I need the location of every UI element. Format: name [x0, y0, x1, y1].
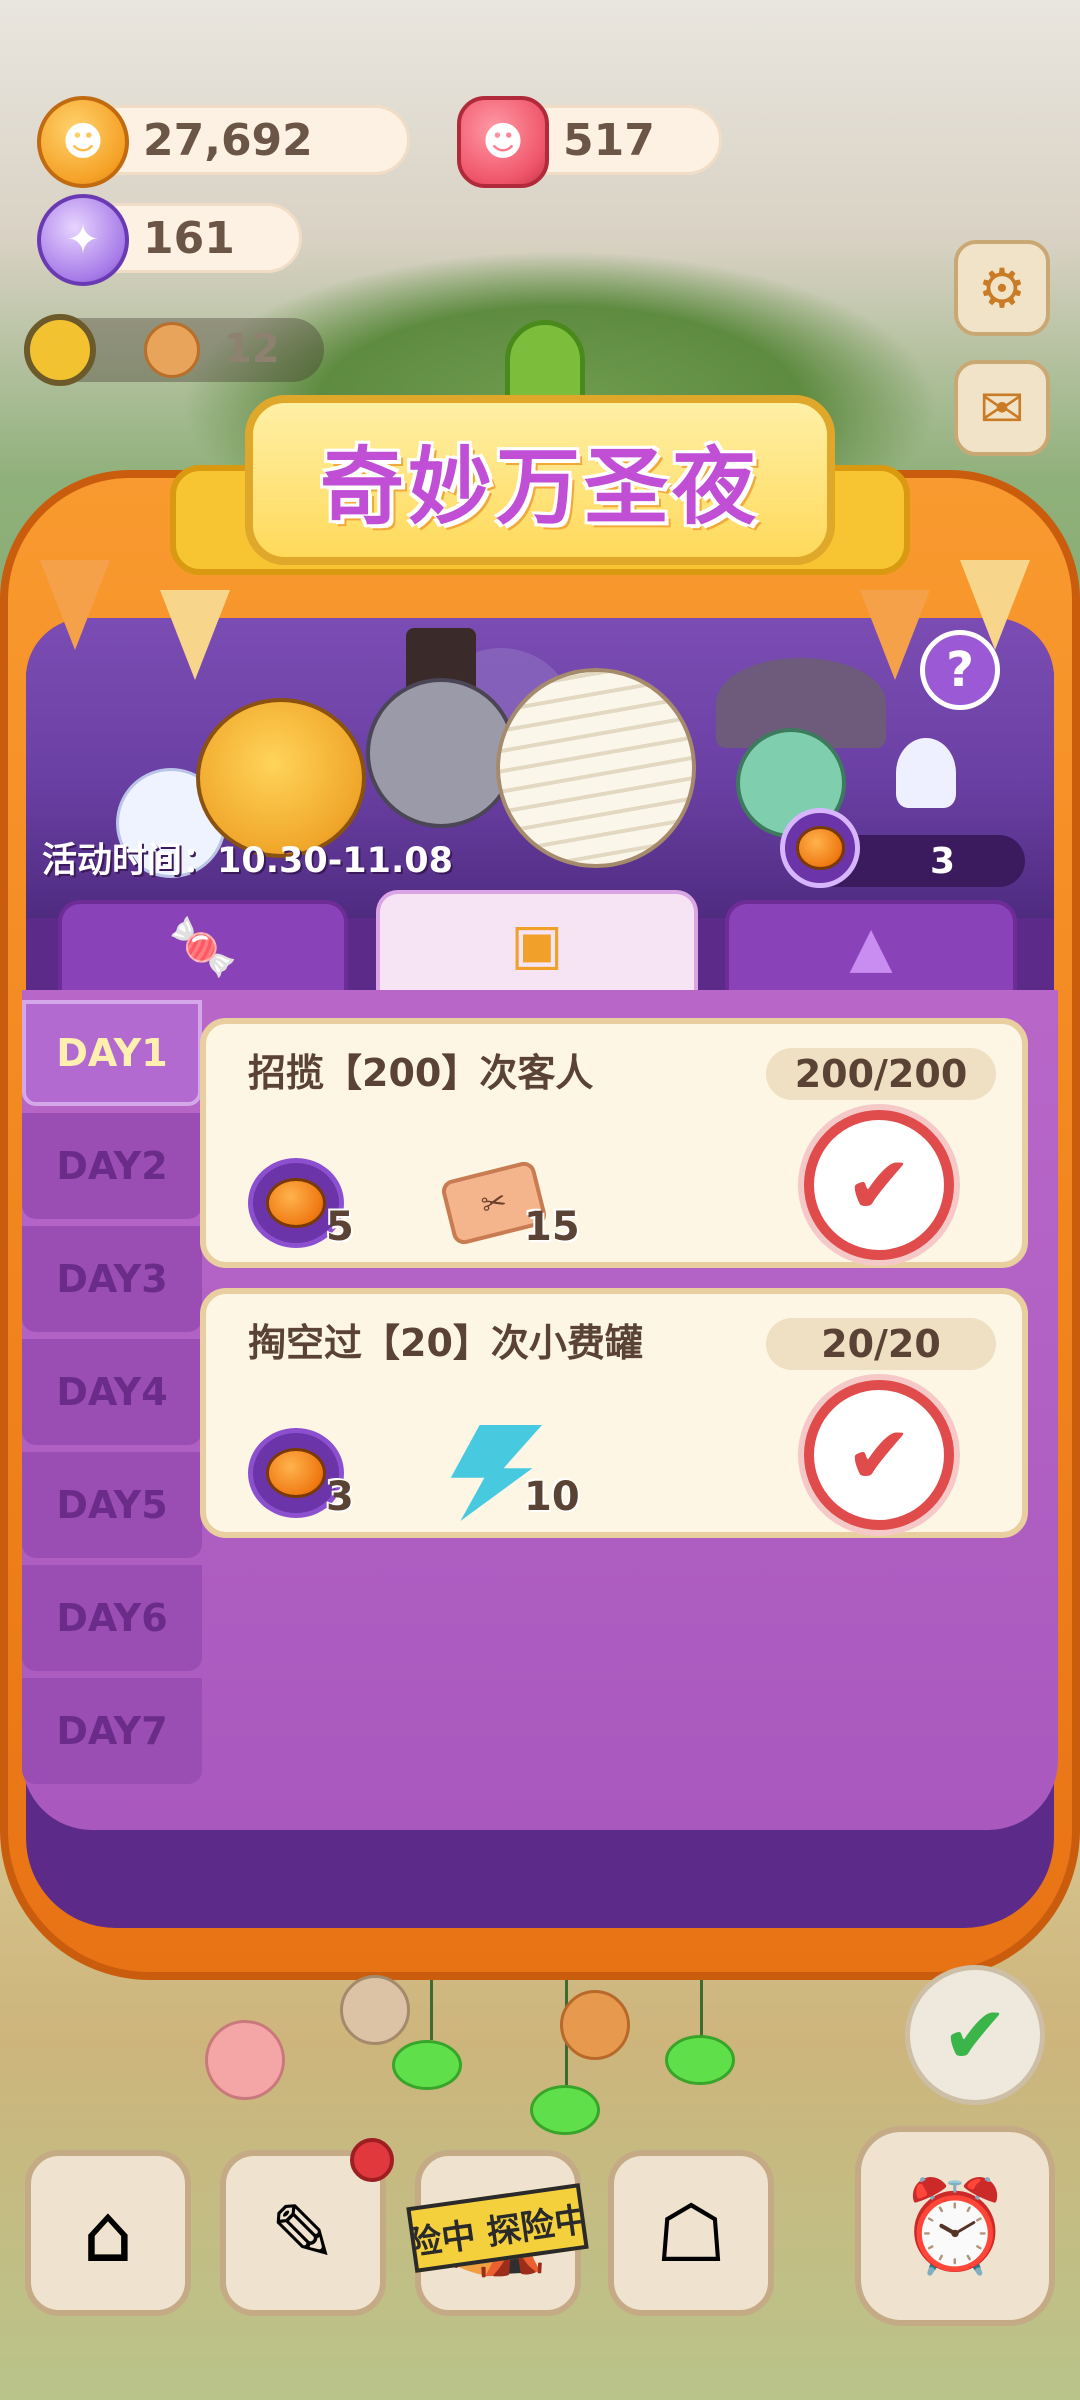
- collect-bubble[interactable]: ✔: [905, 1965, 1045, 2105]
- tab-tasks[interactable]: ▣: [376, 890, 698, 994]
- reward-quantity: 5: [326, 1204, 354, 1250]
- candy-count: 161: [143, 212, 235, 264]
- day-tab-3[interactable]: DAY3: [22, 1226, 202, 1332]
- day-tab-7[interactable]: DAY7: [22, 1678, 202, 1784]
- event-title: 奇妙万圣夜: [319, 437, 760, 536]
- checkmark-icon: ✔: [941, 1988, 1009, 2082]
- day-selector: DAY1 DAY2 DAY3 DAY4 DAY5 DAY6 DAY7: [22, 1000, 202, 1791]
- reward-quantity: 10: [524, 1474, 580, 1520]
- task-title: 掏空过【20】次小费罐: [248, 1321, 643, 1365]
- candle-icon: ☻: [457, 96, 549, 188]
- reward-quantity: 15: [524, 1204, 580, 1250]
- spider-thread: [700, 1980, 703, 2040]
- cookie-npc: [205, 2020, 285, 2100]
- mushroom-house-icon: ⌂: [82, 2186, 134, 2280]
- cookie-count: 27,692: [143, 114, 313, 166]
- cookie-icon: ☻: [37, 96, 129, 188]
- reward-quantity: 3: [326, 1474, 354, 1520]
- task-card: 招揽【200】次客人 200/200 5 ✂ 15 ✔: [200, 1018, 1028, 1268]
- tab-candy[interactable]: 🍬: [58, 900, 348, 990]
- witch-hat-icon: ▲: [849, 914, 893, 980]
- task-card-icon: ▣: [510, 911, 564, 977]
- stamp-icon: ✉: [979, 376, 1025, 440]
- reward-ticket[interactable]: ✂ 15: [439, 1158, 580, 1258]
- reward-pumpkin-token[interactable]: 5: [248, 1158, 358, 1258]
- checkmark-icon: ✔: [845, 1138, 913, 1232]
- house-button[interactable]: ⌂: [25, 2150, 191, 2316]
- reward-energy[interactable]: 10: [446, 1425, 580, 1528]
- task-card: 掏空过【20】次小费罐 20/20 3 10 ✔: [200, 1288, 1028, 1538]
- green-spider: [392, 2040, 462, 2090]
- cookie-worker-icon: [144, 322, 200, 378]
- candy-icon: 🍬: [168, 915, 238, 980]
- reward-pumpkin-token[interactable]: 3: [248, 1428, 358, 1528]
- cookie-currency[interactable]: ☻ 27,692: [37, 96, 410, 188]
- candle-count: 517: [563, 114, 655, 166]
- energy-timer-icon: [24, 314, 96, 386]
- task-title: 招揽【200】次客人: [248, 1051, 594, 1095]
- completed-stamp: ✔: [804, 1380, 954, 1530]
- gear-icon: ⚙: [977, 256, 1027, 320]
- green-spider: [530, 2085, 600, 2135]
- energy-indicator[interactable]: 12: [24, 314, 324, 386]
- task-progress: 20/20: [766, 1318, 996, 1370]
- completed-stamp: ✔: [804, 1110, 954, 1260]
- settings-gear-button[interactable]: ⚙: [954, 240, 1050, 336]
- notification-dot: [350, 2138, 394, 2182]
- pumpkin-token-icon: [780, 808, 860, 888]
- stamp-card-button[interactable]: ✉: [954, 360, 1050, 456]
- help-button[interactable]: ?: [920, 630, 1000, 710]
- cookie-npc: [560, 1990, 630, 2060]
- alarm-clock-button[interactable]: ⏰: [855, 2126, 1055, 2326]
- shop-stall-icon: ☖: [655, 2186, 727, 2280]
- day-tab-5[interactable]: DAY5: [22, 1452, 202, 1558]
- spider-thread: [430, 1980, 433, 2040]
- candle-currency[interactable]: ☻ 517: [457, 96, 722, 188]
- alarm-clock-icon: ⏰: [898, 2173, 1012, 2279]
- small-ghost: [896, 738, 956, 808]
- notebook-icon: ✎: [269, 2186, 337, 2280]
- day-tab-1[interactable]: DAY1: [22, 1000, 202, 1106]
- checkmark-icon: ✔: [845, 1408, 913, 1502]
- question-mark-icon: ?: [946, 642, 974, 698]
- mummy-character: [496, 668, 696, 868]
- shop-button[interactable]: ☖: [608, 2150, 774, 2316]
- green-spider: [665, 2035, 735, 2085]
- candy-icon: ✦: [37, 194, 129, 286]
- day-tab-4[interactable]: DAY4: [22, 1339, 202, 1445]
- pumpkin-token-count: 3: [929, 840, 955, 882]
- energy-count: 12: [224, 326, 280, 372]
- day-tab-6[interactable]: DAY6: [22, 1565, 202, 1671]
- banner-plate: 奇妙万圣夜: [245, 395, 835, 565]
- event-title-banner: 奇妙万圣夜: [150, 385, 930, 605]
- cookie-npc: [340, 1975, 410, 2045]
- event-time: 活动时间：10.30-11.08: [42, 841, 453, 881]
- day-tab-2[interactable]: DAY2: [22, 1113, 202, 1219]
- raccoon-vampire-character: [366, 678, 516, 828]
- candy-currency[interactable]: ✦ 161: [37, 194, 302, 286]
- task-progress: 200/200: [766, 1048, 996, 1100]
- tab-witch[interactable]: ▲: [725, 900, 1017, 990]
